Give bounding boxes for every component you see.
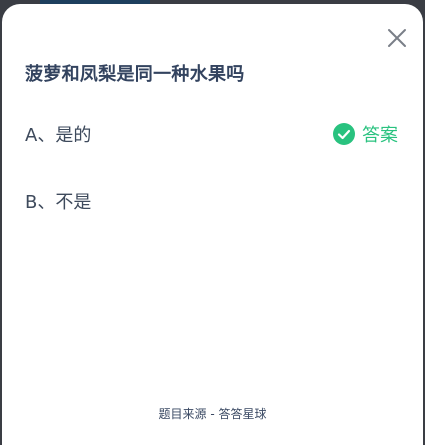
question-source: 题目来源 - 答答星球 [158,407,267,421]
answer-label: 答案 [362,125,398,146]
check-circle-icon [333,123,355,145]
option-a[interactable]: A、是的 [25,121,91,147]
answer-tag: 答案 [333,121,398,147]
question-title: 菠萝和凤梨是同一种水果吗 [25,64,245,85]
close-icon [388,29,406,47]
close-button[interactable] [385,26,409,50]
option-b[interactable]: B、不是 [25,188,91,214]
